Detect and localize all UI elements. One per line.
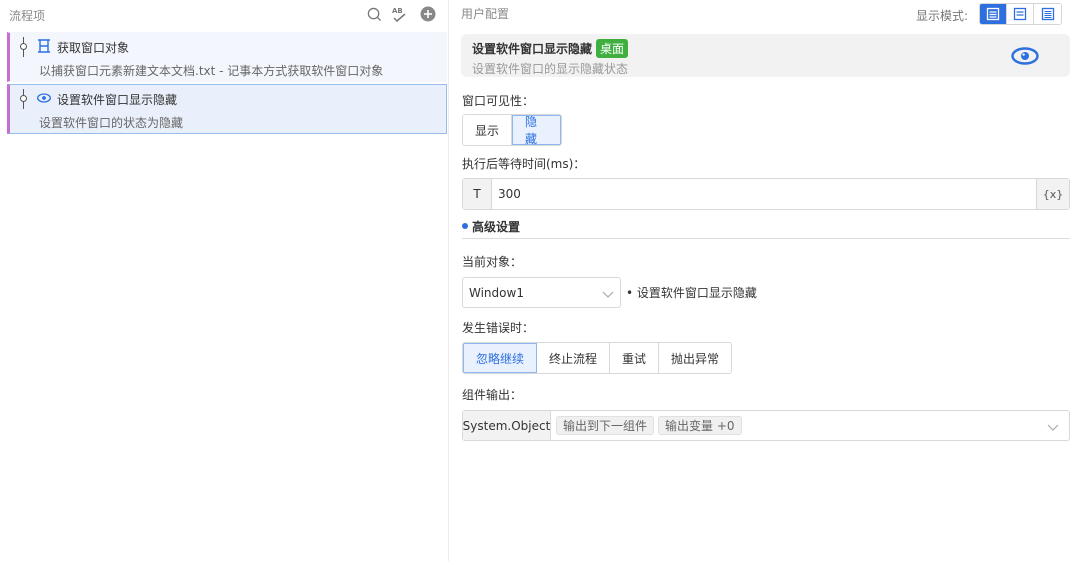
flow-item-get-window[interactable]: 获取窗口对象 以捕获窗口元素新建文本文档.txt - 记事本方式获取软件窗口对象 — [7, 32, 447, 82]
flow-item-title: 获取窗口对象 — [57, 41, 130, 55]
visibility-show-button[interactable]: 显示 — [463, 115, 512, 145]
on-error-label: 发生错误时： — [462, 321, 535, 335]
display-mode-switcher — [979, 3, 1062, 25]
flow-node-dot — [20, 43, 27, 50]
component-output-select[interactable]: System.Object 输出到下一组件 输出变量 +0 — [462, 410, 1070, 441]
component-info-card: 设置软件窗口显示隐藏 桌面 设置软件窗口的显示隐藏状态 — [461, 34, 1070, 77]
add-circle-icon[interactable] — [420, 6, 436, 22]
current-object-select[interactable]: Window1 — [462, 277, 621, 308]
search-icon[interactable] — [366, 6, 382, 22]
display-mode-full-button[interactable] — [980, 4, 1007, 24]
flow-item-title: 设置软件窗口显示隐藏 — [57, 93, 178, 107]
chevron-down-icon — [602, 288, 614, 298]
eye-icon — [37, 91, 51, 105]
component-desc: 设置软件窗口的显示隐藏状态 — [472, 62, 629, 76]
desktop-badge: 桌面 — [596, 39, 629, 58]
component-title-text: 设置软件窗口显示隐藏 — [472, 42, 593, 56]
variable-insert-button[interactable]: {x} — [1036, 179, 1069, 209]
config-panel-title: 用户配置 — [461, 7, 510, 21]
svg-text:AB: AB — [392, 7, 403, 15]
flow-node-dot — [20, 95, 27, 102]
display-mode-label: 显示模式: — [916, 9, 969, 23]
capture-window-icon — [37, 39, 51, 53]
error-stop-flow-button[interactable]: 终止流程 — [537, 343, 610, 373]
display-mode-list-button[interactable] — [1034, 4, 1061, 24]
flow-panel-title: 流程项 — [9, 9, 46, 23]
flow-item-set-window-visibility[interactable]: 设置软件窗口显示隐藏 设置软件窗口的状态为隐藏 — [7, 84, 447, 134]
visibility-label: 窗口可见性： — [462, 94, 535, 108]
visibility-toggle: 显示 隐藏 — [462, 114, 562, 146]
wait-time-label: 执行后等待时间(ms)： — [462, 157, 586, 171]
visibility-hide-button[interactable]: 隐藏 — [512, 115, 561, 145]
chevron-down-icon — [1047, 421, 1059, 431]
current-object-label: 当前对象： — [462, 255, 523, 269]
on-error-options: 忽略继续 终止流程 重试 抛出异常 — [462, 342, 732, 374]
error-ignore-continue-button[interactable]: 忽略继续 — [463, 343, 537, 373]
component-title: 设置软件窗口显示隐藏 桌面 — [472, 39, 629, 58]
section-bullet — [462, 223, 468, 229]
error-retry-button[interactable]: 重试 — [610, 343, 659, 373]
config-panel: 用户配置 显示模式: 设置软件窗口显示隐藏 桌面 设置软件窗口的显示隐藏状态 窗口… — [450, 0, 1082, 561]
advanced-settings-header[interactable]: 高级设置 — [462, 217, 1070, 239]
flow-panel: 流程项 AB 获取窗口对象 以捕获窗口元素新建文本文档.txt - 记事本方式获… — [0, 0, 449, 561]
text-type-prefix: T — [463, 179, 492, 209]
output-variable-tag[interactable]: 输出变量 +0 — [658, 416, 742, 435]
flow-item-desc: 以捕获窗口元素新建文本文档.txt - 记事本方式获取软件窗口对象 — [39, 64, 384, 78]
eye-icon — [1011, 46, 1039, 66]
wait-time-value[interactable]: 300 — [492, 179, 1036, 209]
spellcheck-icon[interactable]: AB — [391, 6, 407, 22]
wait-time-input[interactable]: T 300 {x} — [462, 178, 1070, 210]
output-type: System.Object — [463, 411, 551, 440]
current-object-note: • 设置软件窗口显示隐藏 — [626, 286, 757, 300]
advanced-settings-title: 高级设置 — [472, 220, 521, 234]
component-output-label: 组件输出： — [462, 388, 523, 402]
current-object-value: Window1 — [469, 286, 524, 300]
flow-panel-header: 流程项 AB — [0, 0, 448, 30]
flow-item-desc: 设置软件窗口的状态为隐藏 — [39, 116, 184, 130]
error-throw-button[interactable]: 抛出异常 — [659, 343, 731, 373]
display-mode-compact-button[interactable] — [1007, 4, 1034, 24]
current-object-note-text: 设置软件窗口显示隐藏 — [636, 286, 757, 300]
output-to-next-tag[interactable]: 输出到下一组件 — [556, 416, 655, 435]
